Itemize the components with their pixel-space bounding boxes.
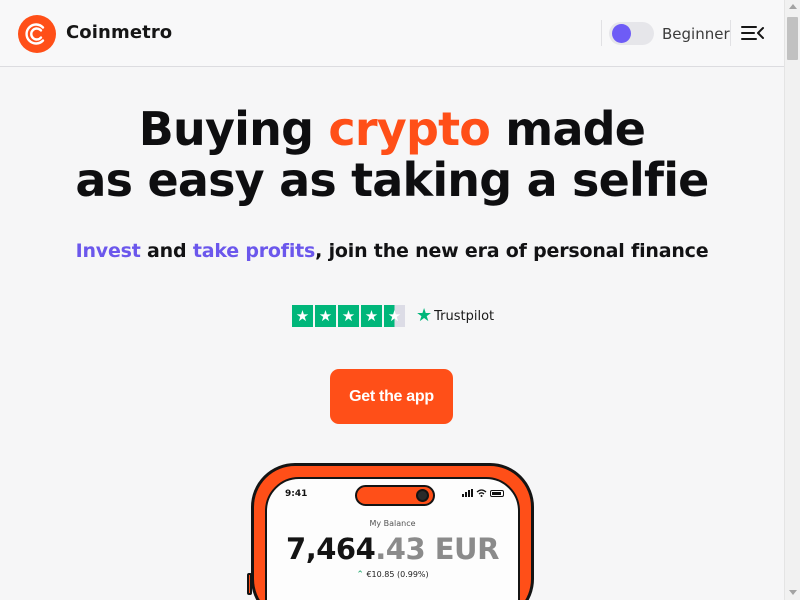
sub-invest: Invest	[75, 240, 141, 262]
headline-part: Buying	[138, 102, 329, 156]
battery-icon	[490, 489, 504, 497]
mode-label: Beginner	[662, 25, 730, 43]
star-icon: ★	[315, 305, 336, 327]
trustpilot-star-icon: ★	[416, 305, 433, 326]
hero-subline: Invest and take profits, join the new er…	[0, 240, 784, 262]
status-time: 9:41	[285, 489, 308, 499]
trustpilot-rating[interactable]: ★ ★ ★ ★ ★ ★ Trustpilot	[292, 305, 494, 327]
phone-screen: 9:41 My Balance 7,464.43 EUR ⌃ €10.85 (0…	[265, 477, 520, 600]
star-icon: ★	[361, 305, 382, 327]
header-divider	[601, 20, 602, 46]
header-divider	[730, 20, 731, 46]
phone-mockup: 9:41 My Balance 7,464.43 EUR ⌃ €10.85 (0…	[251, 463, 534, 600]
balance-main: 7,464	[286, 532, 376, 566]
menu-icon	[741, 26, 764, 40]
signal-icon	[462, 489, 473, 497]
brand-name[interactable]: Coinmetro	[66, 22, 172, 43]
balance-change: ⌃ €10.85 (0.99%)	[267, 570, 518, 580]
scroll-down-arrow-icon[interactable]	[789, 590, 797, 595]
headline-accent: crypto	[328, 102, 491, 156]
balance-decimals: .43 EUR	[375, 532, 499, 566]
dynamic-island	[355, 485, 435, 506]
menu-button[interactable]	[741, 24, 765, 42]
star-icon: ★	[384, 305, 405, 327]
balance-label: My Balance	[369, 519, 416, 528]
toggle-knob	[612, 24, 631, 43]
wifi-icon	[476, 489, 487, 497]
scroll-up-arrow-icon[interactable]	[789, 4, 797, 9]
star-icon: ★	[338, 305, 359, 327]
star-icon: ★	[292, 305, 313, 327]
balance-value: 7,464.43 EUR	[267, 532, 518, 566]
get-the-app-button[interactable]: Get the app	[330, 369, 453, 424]
trustpilot-label: Trustpilot	[434, 308, 495, 324]
headline-part: made	[490, 102, 646, 156]
sub-rest: , join the new era of personal finance	[315, 240, 709, 262]
sub-and: and	[140, 240, 193, 262]
up-arrow-icon: ⌃	[356, 570, 364, 580]
balance-change-value: €10.85 (0.99%)	[366, 570, 429, 579]
hero-headline: Buying crypto made as easy as taking a s…	[0, 104, 784, 206]
status-icons	[462, 489, 504, 497]
sub-take-profits: take profits	[192, 240, 316, 262]
headline-line2: as easy as taking a selfie	[75, 153, 709, 207]
scrollbar[interactable]	[784, 0, 800, 600]
coinmetro-logo[interactable]	[18, 15, 56, 53]
top-header: Coinmetro Beginner	[0, 0, 784, 67]
trustpilot-brand: ★ Trustpilot	[416, 307, 494, 325]
camera-icon	[416, 489, 429, 502]
scroll-thumb[interactable]	[787, 17, 798, 60]
mode-toggle[interactable]	[609, 22, 654, 45]
